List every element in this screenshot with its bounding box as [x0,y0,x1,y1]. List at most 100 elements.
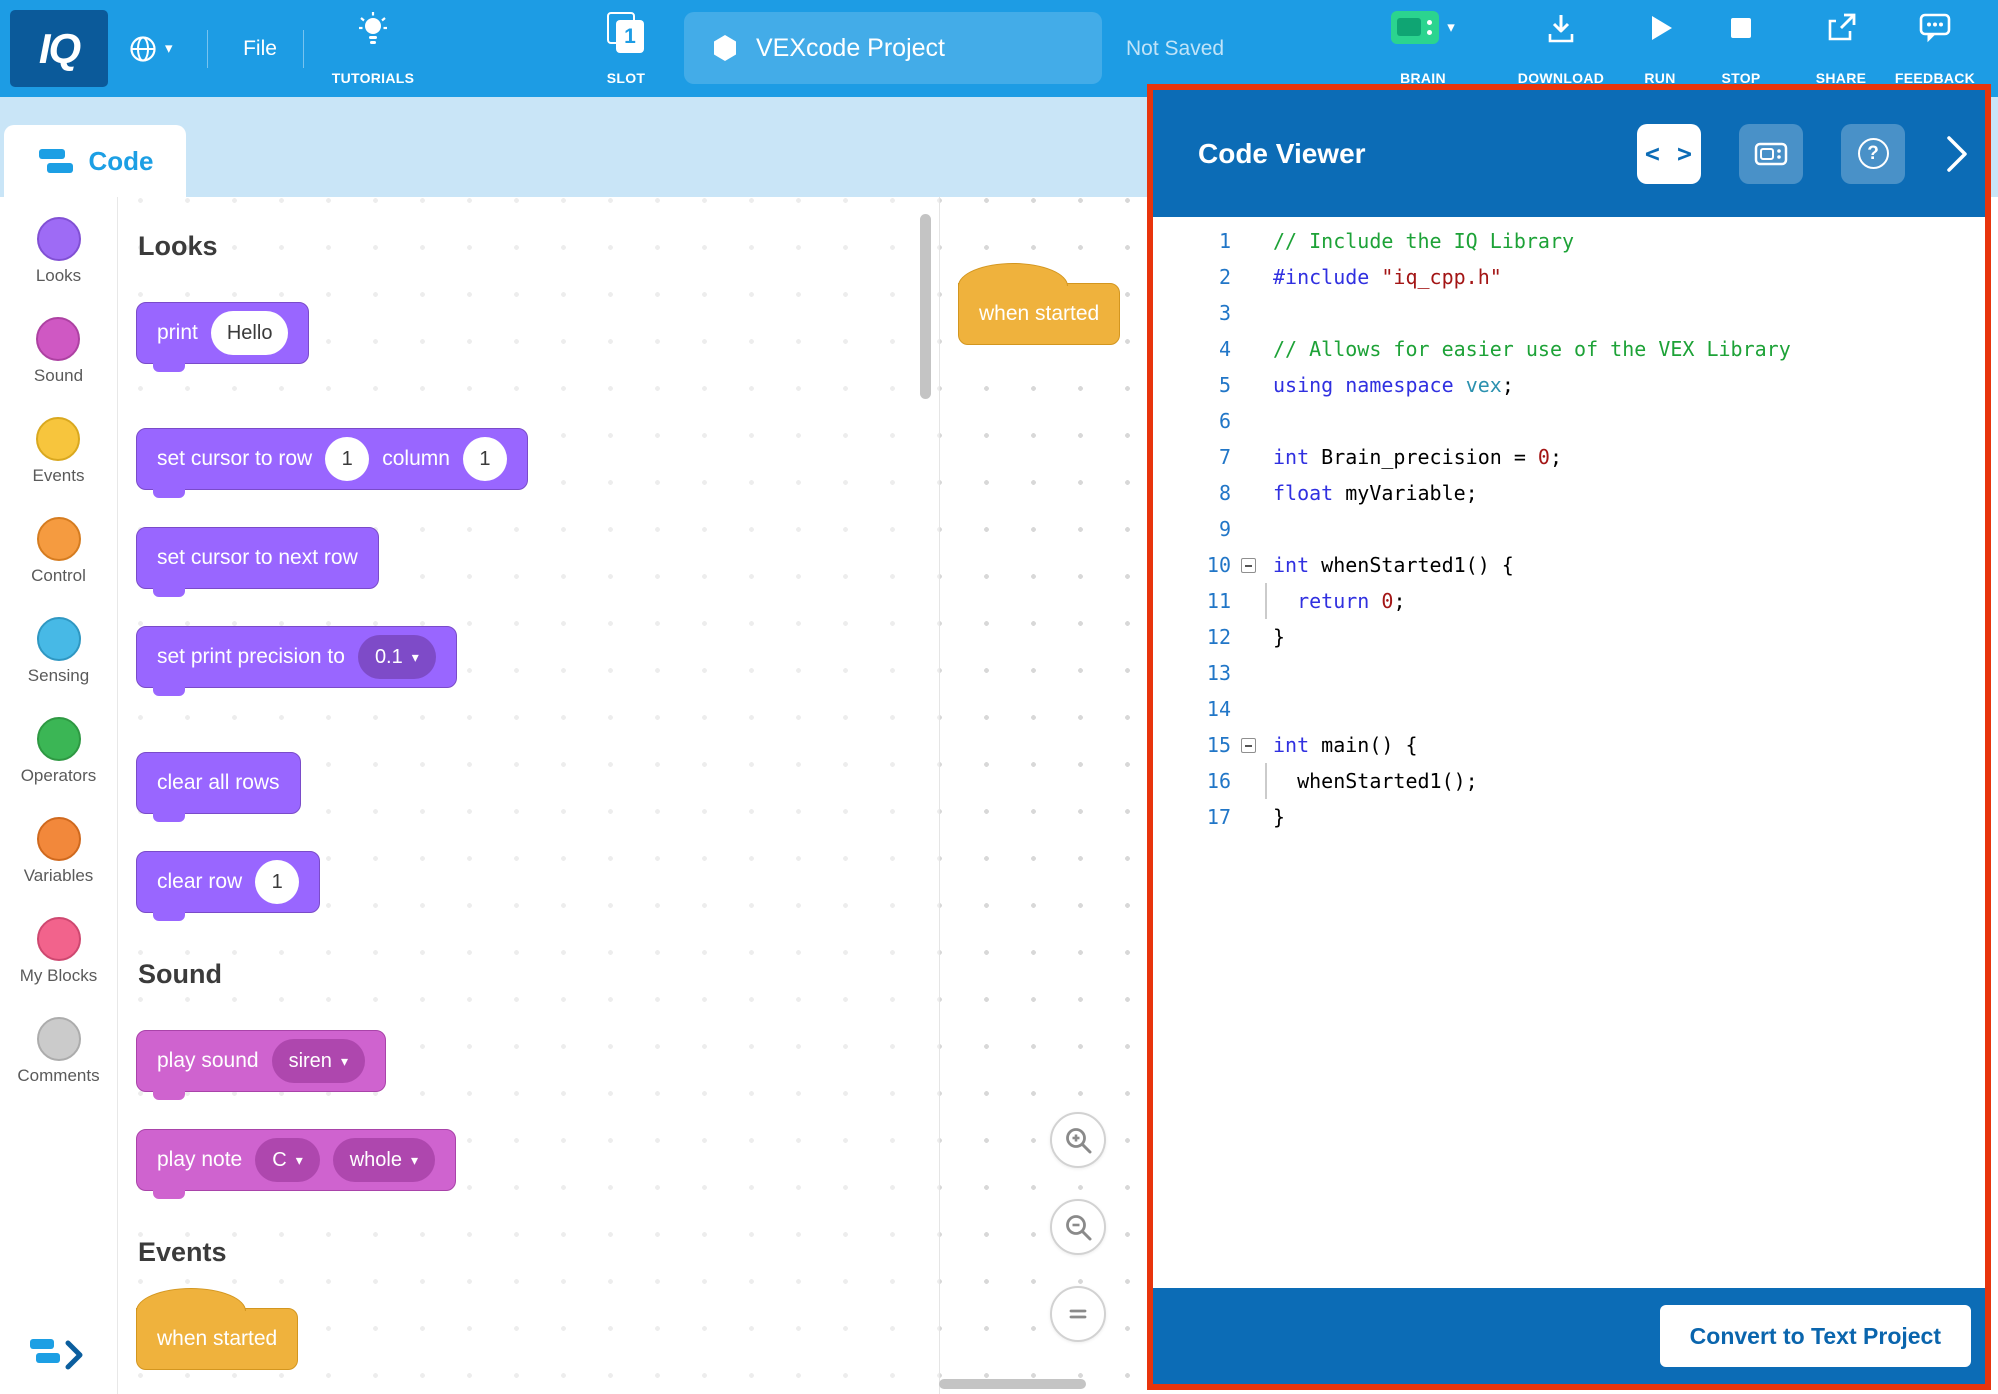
brain-view-button[interactable] [1739,124,1803,184]
stop-button[interactable]: STOP [1686,11,1796,91]
palette-scrollbar[interactable] [920,214,931,399]
fold-toggle-icon[interactable] [1231,547,1265,583]
code-text: int Brain_precision = 0; [1265,439,1562,475]
block-set-print-precision-to[interactable]: set print precision to0.1▾ [136,626,457,688]
code-view-toggle-button[interactable]: < > [1637,124,1701,184]
dropdown-select[interactable]: C▾ [255,1138,319,1182]
line-number: 3 [1153,295,1231,331]
file-menu[interactable]: File [222,0,298,97]
code-line: 2#include "iq_cpp.h" [1153,259,1985,295]
block-label: when started [979,302,1099,326]
project-title-button[interactable]: VEXcode Project [684,12,1102,84]
download-button[interactable]: DOWNLOAD [1506,11,1616,91]
language-menu[interactable]: ▾ [128,0,173,97]
fold-toggle-icon[interactable] [1231,727,1265,763]
category-events[interactable]: Events [33,417,85,486]
block-set-cursor-to-next-row[interactable]: set cursor to next row [136,527,379,589]
category-label: Comments [17,1066,99,1086]
zoom-in-button[interactable] [1050,1112,1106,1168]
top-bar: IQ ▾ File TUTORIALS [0,0,1998,97]
category-sound[interactable]: Sound [34,317,83,386]
slot-label: SLOT [607,70,646,86]
when-started-block[interactable]: when started [958,283,1120,345]
slot-icon: 1 [605,11,647,55]
feedback-button[interactable]: FEEDBACK [1880,11,1990,91]
category-sensing[interactable]: Sensing [28,617,89,686]
block-print[interactable]: printHello [136,302,309,364]
slot-button[interactable]: 1 SLOT [571,11,681,91]
value-input[interactable]: 1 [325,437,369,481]
block-play-sound[interactable]: play soundsiren▾ [136,1030,386,1092]
category-variables[interactable]: Variables [24,817,94,886]
category-label: Operators [21,766,97,786]
category-label: Variables [24,866,94,886]
hat-dome [958,263,1068,286]
line-number: 10 [1153,547,1231,583]
code-text [1265,511,1285,547]
fold-gutter [1231,367,1265,403]
line-number: 1 [1153,223,1231,259]
dropdown-value: 0.1 [375,646,403,669]
canvas-scrollbar-horizontal[interactable] [939,1379,1086,1389]
fold-gutter [1231,799,1265,835]
collapse-panel-button[interactable] [1945,133,1969,175]
block-palette[interactable]: LooksprintHelloset cursor to row1column1… [118,197,940,1394]
app-logo: IQ [10,10,108,87]
category-my-blocks[interactable]: My Blocks [20,917,97,986]
zoom-reset-icon [1063,1299,1093,1329]
code-line: 11 return 0; [1153,583,1985,619]
code-viewer-title: Code Viewer [1198,138,1637,170]
dropdown-select[interactable]: 0.1▾ [358,635,436,679]
code-text: // Allows for easier use of the VEX Libr… [1265,331,1791,367]
zoom-controls [1050,1112,1106,1342]
block-notch [153,813,185,822]
block-label: set cursor to next row [157,546,358,570]
zoom-out-button[interactable] [1050,1199,1106,1255]
dropdown-select[interactable]: siren▾ [272,1039,365,1083]
value-input[interactable]: Hello [211,311,289,355]
dropdown-select[interactable]: whole▾ [333,1138,435,1182]
value-input[interactable]: 1 [463,437,507,481]
tutorials-button[interactable]: TUTORIALS [318,11,428,91]
help-button[interactable]: ? [1841,124,1905,184]
tab-code-label: Code [89,146,154,177]
caret-down-icon: ▾ [411,1152,418,1169]
zoom-reset-button[interactable] [1050,1286,1106,1342]
line-number: 9 [1153,511,1231,547]
block-notch [153,489,185,498]
fold-gutter [1231,331,1265,367]
convert-to-text-button[interactable]: Convert to Text Project [1660,1305,1971,1367]
category-control[interactable]: Control [31,517,86,586]
block-label: set cursor to row [157,447,312,471]
block-clear-all-rows[interactable]: clear all rows [136,752,301,814]
caret-down-icon: ▾ [296,1152,303,1169]
block-notch [153,1091,185,1100]
category-looks[interactable]: Looks [36,217,81,286]
code-editor[interactable]: 1// Include the IQ Library2#include "iq_… [1153,217,1985,1288]
fold-gutter [1231,655,1265,691]
divider [207,30,208,68]
value-input[interactable]: 1 [255,860,299,904]
line-number: 2 [1153,259,1231,295]
stop-icon [1724,11,1758,45]
zoom-in-icon [1063,1125,1093,1155]
category-operators[interactable]: Operators [21,717,97,786]
category-list: Looks Sound Events Control Sensing Operators V… [0,197,117,1117]
block-play-note[interactable]: play noteC▾whole▾ [136,1129,456,1191]
block-clear-row[interactable]: clear row1 [136,851,320,913]
hat-block-when-started[interactable]: when started [136,1308,298,1370]
tab-code[interactable]: Code [4,125,186,197]
fold-gutter [1231,583,1265,619]
block-set-cursor-to-row[interactable]: set cursor to row1column1 [136,428,528,490]
palette-toggle-button[interactable] [30,1337,88,1378]
project-title: VEXcode Project [756,34,945,63]
category-comments[interactable]: Comments [17,1017,99,1086]
block-notch [153,1190,185,1199]
category-label: Looks [36,266,81,286]
block-notch [153,912,185,921]
code-text: int main() { [1265,727,1418,763]
line-number: 5 [1153,367,1231,403]
caret-down-icon: ▾ [165,41,173,56]
block-notch [153,687,185,696]
brain-button[interactable]: ▾ BRAIN [1363,11,1483,91]
